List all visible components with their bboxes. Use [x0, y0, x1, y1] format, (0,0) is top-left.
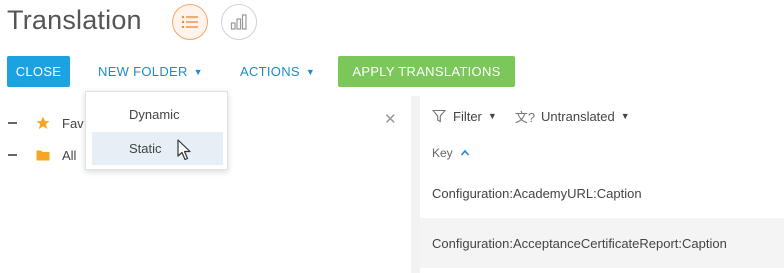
bar-chart-icon — [230, 14, 247, 30]
new-folder-button[interactable]: NEW FOLDER ▼ — [98, 56, 203, 87]
list-view-button[interactable] — [172, 4, 208, 40]
tree-item-label: Fav — [62, 115, 84, 131]
close-button[interactable]: CLOSE — [7, 56, 70, 87]
menu-item-dynamic[interactable]: Dynamic — [92, 98, 223, 131]
star-icon — [36, 116, 50, 130]
filter-label: Filter — [453, 108, 482, 124]
sort-ascending-icon — [460, 149, 469, 156]
close-icon[interactable]: ✕ — [384, 110, 397, 128]
translate-icon: 文? — [514, 109, 536, 125]
mouse-cursor-icon — [177, 139, 191, 161]
untranslated-label: Untranslated — [541, 108, 615, 124]
new-folder-menu: Dynamic Static — [85, 91, 228, 170]
translation-page: Translation CLOSE NEW FOLDER ▼ ACTIONS ▼… — [0, 0, 784, 273]
filter-icon — [432, 109, 446, 123]
panel-divider[interactable] — [411, 96, 420, 273]
chevron-down-icon: ▼ — [620, 111, 630, 121]
tree-item-all[interactable]: All — [8, 145, 76, 165]
key-header-label: Key — [432, 146, 453, 160]
filter-bar: Filter ▼ 文? Untranslated ▼ — [432, 104, 648, 128]
row-key: Configuration:AcademyURL:Caption — [432, 185, 642, 201]
table-row[interactable]: Configuration:AcceptanceCertificateRepor… — [420, 218, 784, 268]
chevron-down-icon: ▼ — [193, 66, 203, 77]
tree-item-label: All — [62, 147, 77, 163]
row-key: Configuration:AcceptanceCertificateRepor… — [432, 235, 727, 251]
list-icon — [181, 15, 198, 29]
chevron-down-icon: ▼ — [305, 66, 316, 77]
actions-label: ACTIONS — [240, 64, 300, 79]
analytics-view-button[interactable] — [221, 4, 257, 40]
filter-button[interactable]: Filter ▼ — [432, 109, 515, 124]
chevron-down-icon: ▼ — [487, 111, 497, 121]
folder-icon — [36, 149, 50, 161]
apply-translations-button[interactable]: APPLY TRANSLATIONS — [338, 56, 515, 87]
page-title: Translation — [7, 5, 142, 35]
new-folder-label: NEW FOLDER — [98, 64, 188, 79]
key-column-header[interactable]: Key — [432, 146, 470, 160]
tree-item-favorites[interactable]: Fav — [8, 113, 84, 133]
collapse-icon[interactable] — [8, 122, 17, 124]
menu-item-static[interactable]: Static — [92, 132, 223, 165]
actions-button[interactable]: ACTIONS ▼ — [240, 56, 315, 87]
collapse-icon[interactable] — [8, 154, 17, 156]
untranslated-filter-button[interactable]: 文? Untranslated ▼ — [515, 107, 648, 126]
table-row[interactable]: Configuration:AcademyURL:Caption — [420, 168, 784, 218]
